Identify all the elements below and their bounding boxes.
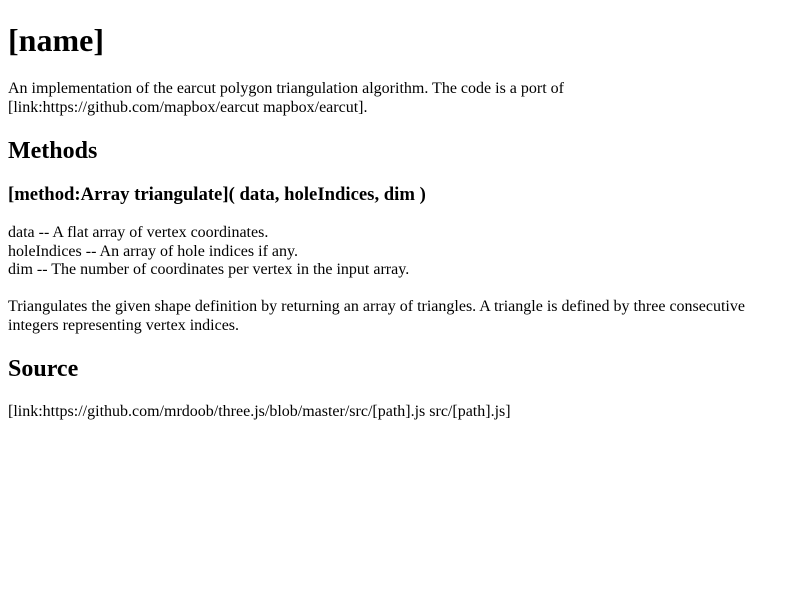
page-title: [name] xyxy=(8,22,104,58)
method-signature: [method:Array triangulate]( data, holeIn… xyxy=(8,184,426,205)
methods-heading: Methods xyxy=(8,138,98,164)
source-heading: Source xyxy=(8,356,79,382)
param-data: data -- A flat array of vertex coordinat… xyxy=(8,224,269,241)
source-link[interactable]: [link:https://github.com/mrdoob/three.js… xyxy=(8,403,511,422)
intro-paragraph: An implementation of the earcut polygon … xyxy=(8,80,565,116)
param-dim: dim -- The number of coordinates per ver… xyxy=(8,261,410,278)
method-description: Triangulates the given shape definition … xyxy=(8,298,745,334)
document-page: [name] An implementation of the earcut p… xyxy=(0,0,800,600)
method-params: data -- A flat array of vertex coordinat… xyxy=(8,224,409,280)
param-hole-indices: holeIndices -- An array of hole indices … xyxy=(8,242,298,260)
